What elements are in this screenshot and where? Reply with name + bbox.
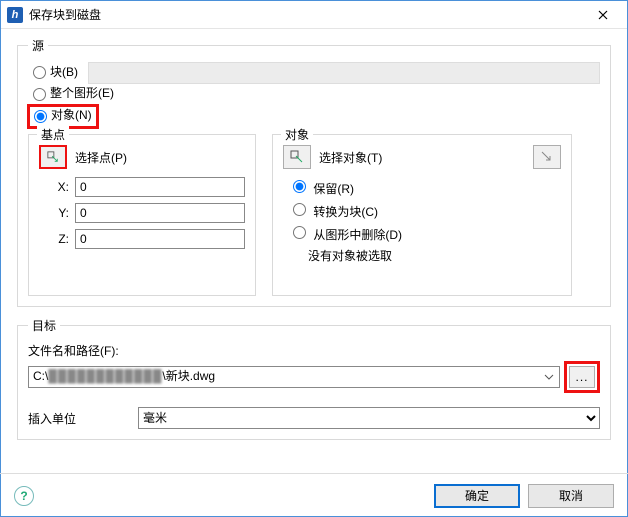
radio-drawing-wrap[interactable]: 整个图形(E) [28, 84, 114, 101]
radio-objects[interactable] [34, 110, 47, 123]
z-label: Z: [39, 232, 69, 246]
target-legend: 目标 [28, 317, 60, 334]
basepoint-legend: 基点 [37, 126, 69, 143]
radio-retain-label: 保留(R) [313, 182, 354, 196]
radio-objects-label: 对象(N) [51, 106, 92, 123]
radio-retain-wrap[interactable]: 保留(R) [288, 177, 561, 197]
radio-convert-label: 转换为块(C) [313, 205, 378, 219]
path-input[interactable]: C:\████████████\新块.dwg [28, 366, 560, 388]
source-legend: 源 [28, 37, 48, 54]
objects-legend: 对象 [281, 126, 313, 143]
window-title: 保存块到磁盘 [29, 6, 585, 23]
pick-point-label: 选择点(P) [75, 149, 127, 166]
radio-convert-wrap[interactable]: 转换为块(C) [288, 200, 561, 220]
target-group: 目标 文件名和路径(F): C:\████████████\新块.dwg ...… [17, 317, 611, 440]
radio-delete[interactable] [293, 226, 306, 239]
ok-button[interactable]: 确定 [434, 484, 520, 508]
select-objects-label: 选择对象(T) [319, 149, 382, 166]
x-input[interactable] [75, 177, 245, 197]
title-bar: h 保存块到磁盘 [1, 1, 627, 29]
dialog-content: 源 块(B) 整个图形(E) 对象(N) [1, 29, 627, 440]
pick-point-icon [47, 150, 59, 164]
radio-delete-label: 从图形中删除(D) [313, 228, 402, 242]
z-input[interactable] [75, 229, 245, 249]
radio-delete-wrap[interactable]: 从图形中删除(D) [288, 223, 561, 243]
path-suffix: \新块.dwg [162, 369, 215, 383]
radio-convert[interactable] [293, 203, 306, 216]
path-prefix: C:\ [33, 369, 48, 383]
x-label: X: [39, 180, 69, 194]
select-objects-icon [290, 150, 304, 164]
pick-point-button[interactable] [39, 145, 67, 169]
y-input[interactable] [75, 203, 245, 223]
app-icon: h [7, 7, 23, 23]
radio-drawing-label: 整个图形(E) [50, 84, 114, 101]
objects-group: 对象 选择对象(T) [272, 134, 572, 296]
radio-retain[interactable] [293, 180, 306, 193]
units-label: 插入单位 [28, 410, 128, 427]
y-label: Y: [39, 206, 69, 220]
radio-drawing[interactable] [33, 88, 46, 101]
units-select[interactable]: 毫米 [138, 407, 600, 429]
close-button[interactable] [585, 1, 621, 29]
radio-objects-wrap[interactable]: 对象(N) [29, 106, 92, 123]
radio-block-wrap[interactable]: 块(B) [28, 63, 78, 80]
quick-select-icon [540, 150, 554, 164]
close-icon [598, 10, 608, 20]
quick-select-button[interactable] [533, 145, 561, 169]
select-objects-button[interactable] [283, 145, 311, 169]
source-group: 源 块(B) 整个图形(E) 对象(N) [17, 37, 611, 307]
browse-button[interactable]: ... [569, 366, 595, 388]
basepoint-group: 基点 选择点(P) X: Y: [28, 134, 256, 296]
radio-block[interactable] [33, 66, 46, 79]
radio-block-label: 块(B) [50, 63, 78, 80]
block-select[interactable] [88, 62, 600, 84]
help-button[interactable]: ? [14, 486, 34, 506]
path-label: 文件名和路径(F): [28, 342, 600, 359]
selection-status: 没有对象被选取 [308, 247, 561, 264]
path-redacted: ████████████ [48, 369, 162, 383]
bottom-bar: ? 确定 取消 [0, 473, 628, 517]
cancel-button[interactable]: 取消 [528, 484, 614, 508]
